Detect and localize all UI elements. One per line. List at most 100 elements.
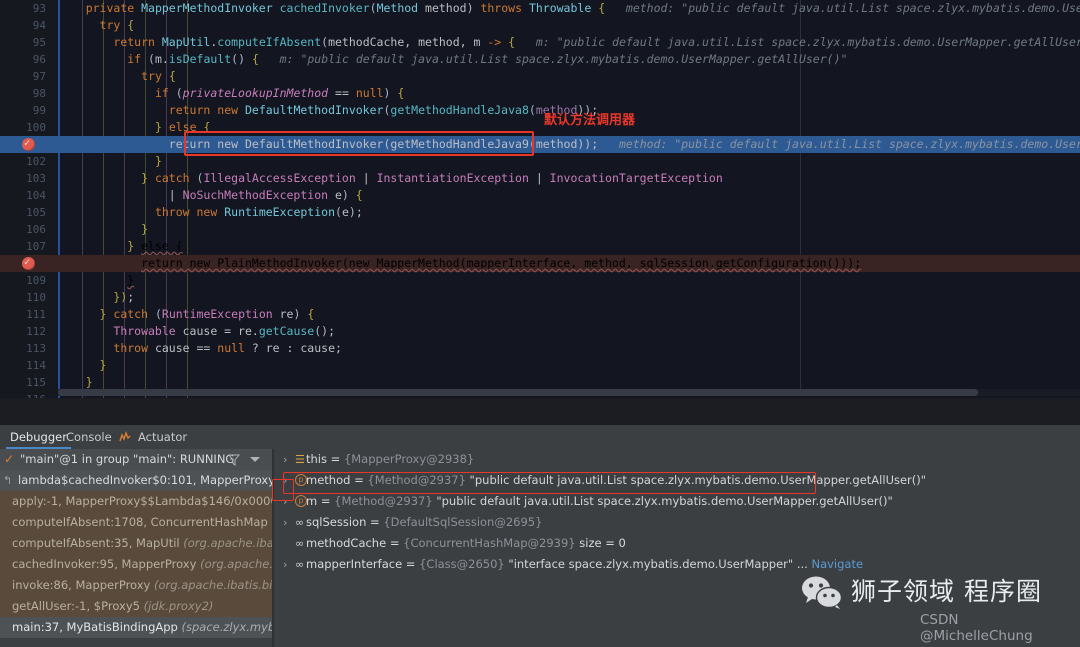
- code-line[interactable]: 106 }: [0, 221, 1080, 238]
- filter-icon[interactable]: [228, 453, 240, 466]
- code-editor[interactable]: 93 private MapperMethodInvoker cachedInv…: [0, 0, 1080, 398]
- line-number: 113: [26, 342, 46, 355]
- line-number: 116: [0, 391, 46, 398]
- code-text: }: [127, 273, 135, 287]
- code-line[interactable]: 97 try {: [0, 68, 1080, 85]
- chevron-right-icon[interactable]: ›: [283, 449, 287, 470]
- line-number: 103: [26, 172, 46, 185]
- parameter-icon: p: [295, 495, 307, 507]
- stack-frame-item[interactable]: invoke:86, MapperProxy (org.apache.ibati…: [0, 575, 272, 596]
- variable-name: sqlSession: [306, 515, 367, 529]
- code-text: }: [154, 154, 162, 168]
- code-line[interactable]: 95 return MapUtil.computeIfAbsent(method…: [0, 34, 1080, 51]
- code-line[interactable]: 93 private MapperMethodInvoker cachedInv…: [0, 0, 1080, 17]
- wechat-icon: [802, 576, 843, 609]
- line-number: 109: [26, 274, 46, 287]
- field-icon: ☰: [295, 453, 305, 466]
- line-number: 102: [26, 155, 46, 168]
- stack-frame-item[interactable]: computeIfAbsent:35, MapUtil (org.apache.…: [0, 533, 272, 554]
- code-line[interactable]: return new DefaultMethodInvoker(getMetho…: [0, 135, 1080, 153]
- variable-name: m: [306, 494, 318, 508]
- tab-console[interactable]: Console: [58, 425, 120, 449]
- code-line[interactable]: 100 } else {: [0, 119, 1080, 136]
- variable-row[interactable]: › p m = {Method@2937} "public default java…: [274, 491, 1080, 512]
- variable-reference: {Method@2937}: [367, 473, 466, 487]
- code-line[interactable]: 103 } catch (IllegalAccessException | In…: [0, 170, 1080, 187]
- code-line[interactable]: 114 }: [0, 357, 1080, 374]
- ide-window: 93 private MapperMethodInvoker cachedInv…: [0, 0, 1080, 647]
- captured-variable-icon: ∞: [295, 516, 304, 529]
- frame-package: (org.apache.ibatis.binding): [154, 578, 272, 592]
- variable-value: "public default java.util.List space.zly…: [465, 473, 927, 487]
- code-line[interactable]: 96 if (m.isDefault() { m: "public defaul…: [0, 51, 1080, 68]
- stack-frame-item[interactable]: main:37, MyBatisBindingApp (space.zlyx.m…: [0, 617, 272, 638]
- actuator-icon: [119, 431, 131, 442]
- code-text: return new PlainMethodInvoker(new Mapper…: [141, 256, 862, 270]
- code-line[interactable]: 105 throw new RuntimeException(e);: [0, 204, 1080, 221]
- chevron-right-icon[interactable]: ›: [283, 491, 287, 512]
- code-line[interactable]: 99 return new DefaultMethodInvoker(getMe…: [0, 102, 1080, 119]
- code-text: } else {: [127, 239, 183, 253]
- stack-frame-item[interactable]: cachedInvoker:95, MapperProxy (org.apach…: [0, 554, 272, 575]
- stack-frame-item[interactable]: ↰ lambda$cachedInvoker$0:101, MapperProxy…: [0, 470, 272, 491]
- tab-actuator[interactable]: Actuator: [130, 425, 195, 449]
- code-line[interactable]: 98 if (privateLookupInMethod == null) {: [0, 85, 1080, 102]
- code-line[interactable]: 102 }: [0, 153, 1080, 170]
- code-line[interactable]: 113 throw cause == null ? re : cause;: [0, 340, 1080, 357]
- line-number: 111: [26, 308, 46, 321]
- breakpoint-icon[interactable]: [22, 135, 35, 152]
- code-line[interactable]: 104 | NoSuchMethodException e) {: [0, 187, 1080, 204]
- line-number: 106: [26, 223, 46, 236]
- code-text: private MapperMethodInvoker cachedInvoke…: [85, 1, 1080, 15]
- variable-row[interactable]: › ∞ sqlSession = {DefaultSqlSession@2695}: [274, 512, 1080, 533]
- code-text: });: [113, 290, 135, 304]
- variable-row[interactable]: › ☰ this = {MapperProxy@2938}: [274, 449, 1080, 470]
- code-line[interactable]: 111 } catch (RuntimeException re) {: [0, 306, 1080, 323]
- code-line[interactable]: 109 }: [0, 272, 1080, 289]
- scrollbar-thumb[interactable]: [58, 389, 978, 396]
- frames-empty-area: [0, 638, 272, 647]
- line-number: 96: [32, 53, 46, 66]
- code-line[interactable]: return new PlainMethodInvoker(new Mapper…: [0, 254, 1080, 272]
- line-number: 105: [26, 206, 46, 219]
- chevron-down-icon[interactable]: [250, 457, 260, 462]
- stack-frame-item[interactable]: getAllUser:-1, $Proxy5 (jdk.proxy2): [0, 596, 272, 617]
- code-line[interactable]: 107 } else {: [0, 238, 1080, 255]
- variable-name: method: [306, 473, 351, 487]
- stack-frame-item[interactable]: computeIfAbsent:1708, ConcurrentHashMap …: [0, 512, 272, 533]
- debug-tabs: Debugger Console Actuator: [0, 425, 1080, 449]
- code-text: if (m.isDefault() { m: "public default j…: [127, 52, 848, 66]
- variable-row[interactable]: › p method = {Method@2937} "public default…: [274, 470, 1080, 491]
- code-text: }: [141, 222, 149, 236]
- frame-package: (space.zlyx.mybatis): [181, 620, 273, 634]
- line-number: 97: [32, 70, 46, 83]
- editor-horizontal-scrollbar[interactable]: [58, 389, 1080, 396]
- variable-name: mapperInterface: [306, 557, 403, 571]
- code-text: }: [99, 358, 107, 372]
- code-text: return new DefaultMethodInvoker(getMetho…: [168, 137, 1080, 151]
- chevron-right-icon[interactable]: ›: [283, 512, 287, 533]
- variable-row[interactable]: ∞ methodCache = {ConcurrentHashMap@2939} …: [274, 533, 1080, 554]
- stack-frame-item[interactable]: apply:-1, MapperProxy$$Lambda$146/0x0000…: [0, 491, 272, 512]
- variable-reference: {Class@2650}: [419, 557, 505, 571]
- variable-extra: size = 0: [575, 536, 626, 550]
- line-number: 107: [26, 240, 46, 253]
- frames-panel[interactable]: ✓ "main"@1 in group "main": RUNNING ↰ lam…: [0, 449, 272, 647]
- chevron-right-icon[interactable]: ›: [283, 470, 287, 491]
- code-text: return new DefaultMethodInvoker(getMetho…: [168, 103, 599, 117]
- variable-reference: {ConcurrentHashMap@2939}: [403, 536, 576, 550]
- variable-reference: {Method@2937}: [334, 494, 433, 508]
- breakpoint-icon[interactable]: [22, 254, 35, 271]
- line-number: 114: [26, 359, 46, 372]
- frame-package: (jdk.proxy2): [143, 599, 214, 613]
- chevron-right-icon[interactable]: ›: [283, 554, 287, 575]
- thread-selector[interactable]: ✓ "main"@1 in group "main": RUNNING: [0, 449, 272, 470]
- code-line[interactable]: 94 try {: [0, 17, 1080, 34]
- annotation-label: 默认方法调用器: [544, 113, 636, 128]
- stack-frame-list[interactable]: ↰ lambda$cachedInvoker$0:101, MapperProxy…: [0, 470, 272, 647]
- code-text: throw cause == null ? re : cause;: [113, 341, 342, 355]
- code-line[interactable]: 112 Throwable cause = re.getCause();: [0, 323, 1080, 340]
- line-number: 112: [26, 325, 46, 338]
- navigate-link[interactable]: Navigate: [808, 557, 863, 571]
- code-line[interactable]: 110 });: [0, 289, 1080, 306]
